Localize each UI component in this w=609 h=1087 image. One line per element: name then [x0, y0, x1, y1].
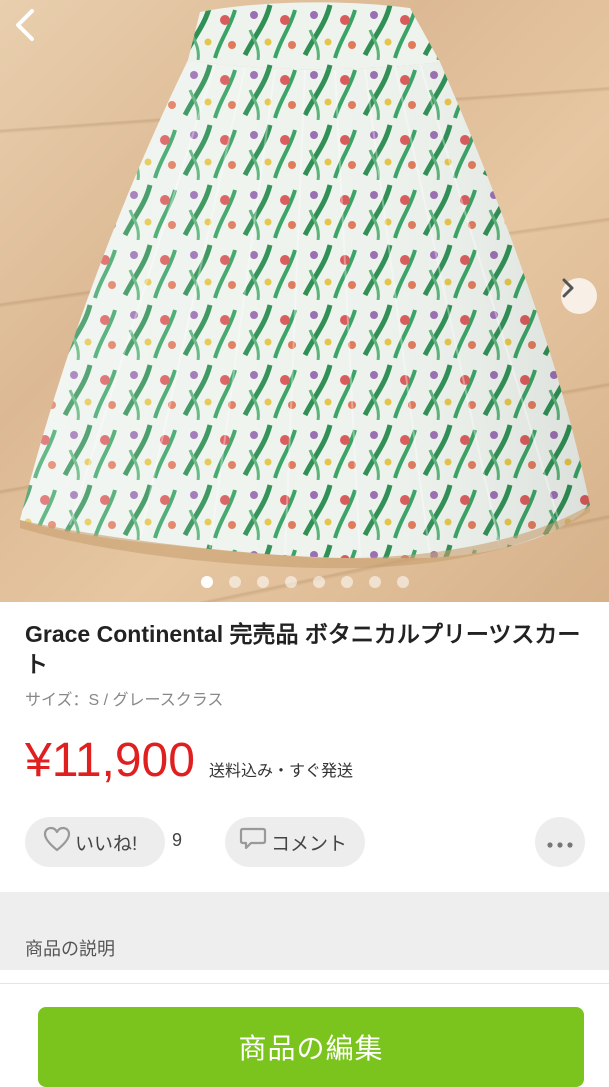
page-dot[interactable] [284, 576, 297, 588]
price: ¥11,900 [25, 734, 195, 787]
gallery-pagination [0, 576, 609, 588]
like-button[interactable]: いいね! [25, 817, 165, 867]
comment-label: コメント [271, 833, 348, 855]
comment-button[interactable]: コメント [225, 817, 365, 867]
page-dot[interactable] [340, 576, 353, 588]
page-dot[interactable] [256, 576, 269, 588]
more-dots-icon [547, 833, 573, 852]
page-dot[interactable] [368, 576, 381, 588]
product-image[interactable] [0, 0, 609, 602]
edit-item-button[interactable]: 商品の編集 [38, 1007, 584, 1087]
like-label: いいね! [75, 833, 138, 855]
skirt-illustration [20, 2, 590, 569]
page-dot[interactable] [200, 576, 213, 588]
product-subtitle: サイズ：S / グレースクラス [25, 692, 224, 709]
next-image-button[interactable] [561, 278, 597, 314]
shipping-note: 送料込み・すぐ発送 [208, 763, 353, 780]
like-count: 9 [172, 830, 183, 850]
action-bar: いいね! 9 コメント [25, 817, 585, 867]
heart-icon [43, 826, 75, 858]
price-row: ¥11,900 送料込み・すぐ発送 [25, 733, 353, 788]
divider [0, 983, 609, 984]
description-label: 商品の説明 [25, 939, 115, 959]
page-dot[interactable] [312, 576, 325, 588]
description-section-header: 商品の説明 [0, 892, 609, 970]
page-dot[interactable] [228, 576, 241, 588]
back-button[interactable] [14, 8, 54, 48]
speech-bubble-icon [239, 826, 271, 858]
product-title: Grace Continental 完売品 ボタニカルプリーツスカート [25, 621, 581, 677]
more-options-button[interactable] [535, 817, 585, 867]
page-dot[interactable] [396, 576, 409, 588]
